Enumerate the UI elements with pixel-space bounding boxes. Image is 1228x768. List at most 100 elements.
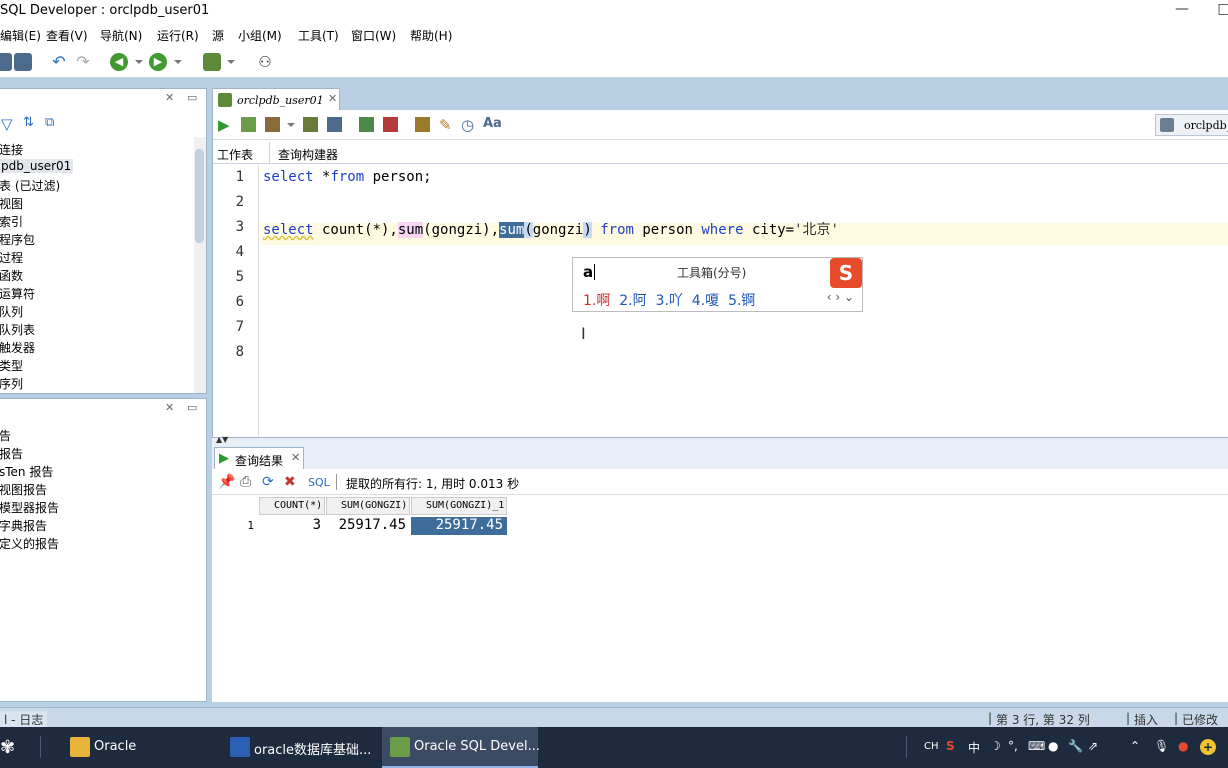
punctuation-icon[interactable]: °, — [1008, 739, 1018, 753]
tab-query-result[interactable]: ▶ 查询结果 ✕ — [214, 447, 304, 469]
tree-item[interactable]: 队列表 — [0, 321, 35, 338]
chevron-down-icon[interactable] — [227, 60, 235, 64]
column-header[interactable]: COUNT(*) — [259, 497, 325, 515]
wrench-icon[interactable]: 🔧 — [1068, 739, 1083, 753]
run-statement-icon[interactable]: ▶ — [218, 116, 230, 134]
keyboard-icon[interactable]: ⌨ — [1028, 739, 1045, 753]
minimize-button[interactable]: — — [1168, 1, 1196, 21]
maximize-button[interactable]: □ — [1210, 1, 1228, 21]
tree-item[interactable]: 视图 — [0, 195, 23, 212]
explain-plan-icon[interactable] — [303, 117, 318, 132]
binoculars-icon[interactable]: ⚇ — [256, 53, 274, 71]
tree-item[interactable]: 视图报告 — [0, 481, 47, 498]
format-case-icon[interactable]: Aa — [483, 116, 502, 131]
redo-icon[interactable]: ↷ — [74, 53, 92, 71]
pin-icon[interactable]: 📌 — [218, 474, 235, 490]
chevron-down-icon[interactable] — [135, 60, 143, 64]
tree-item[interactable]: 运算符 — [0, 285, 35, 302]
sort-icon[interactable]: ⇅ — [23, 115, 34, 130]
table-cell[interactable]: 3 — [259, 517, 325, 535]
pane-splitter[interactable]: ▲▼ — [212, 435, 1228, 445]
connection-selector[interactable]: orclpdb_ — [1155, 114, 1228, 136]
chevron-down-icon[interactable] — [174, 60, 182, 64]
cancel-icon[interactable]: ✖ — [284, 474, 296, 490]
forward-icon[interactable]: ▶ — [149, 53, 167, 71]
table-cell-selected[interactable]: 25917.45 — [411, 517, 507, 535]
commit-transaction-icon[interactable] — [359, 117, 374, 132]
ime-candidate[interactable]: 1.啊 — [583, 293, 610, 309]
add-icon[interactable]: + — [1200, 739, 1216, 755]
input-language[interactable]: CH — [924, 741, 939, 752]
menu-team[interactable]: 小组(M) — [238, 27, 282, 44]
menu-view[interactable]: 查看(V) — [46, 27, 88, 44]
ime-toolbox[interactable]: 工具箱(分号) — [677, 264, 746, 281]
menu-tools[interactable]: 工具(T) — [298, 27, 339, 44]
minimize-icon[interactable]: ▭ — [187, 401, 197, 414]
tree-item[interactable]: 类型 — [0, 357, 23, 374]
menu-navigate[interactable]: 导航(N) — [100, 27, 142, 44]
sql-worksheet-icon[interactable] — [203, 53, 221, 71]
microphone-icon[interactable]: 🎙 — [1154, 739, 1169, 753]
menu-help[interactable]: 帮助(H) — [410, 27, 452, 44]
schema-icon[interactable]: ⧉ — [45, 115, 54, 130]
table-cell[interactable]: 25917.45 — [326, 517, 410, 535]
close-icon[interactable]: ✕ — [291, 451, 300, 464]
close-icon[interactable]: ✕ — [165, 401, 174, 414]
tree-item[interactable]: 告 — [0, 427, 11, 444]
history-icon[interactable]: ◷ — [461, 116, 474, 134]
undo-icon[interactable]: ↶ — [50, 53, 68, 71]
taskbar-item-word[interactable]: oracle数据库基础... — [222, 727, 376, 768]
sogou-tray-icon[interactable]: S — [946, 739, 955, 753]
run-script-icon[interactable] — [241, 117, 256, 132]
menu-run[interactable]: 运行(R) — [157, 27, 199, 44]
tree-item[interactable]: 函数 — [0, 267, 23, 284]
minimize-icon[interactable]: ▭ — [187, 91, 197, 104]
rollback-icon[interactable] — [383, 117, 398, 132]
chevron-up-icon[interactable]: ⌃ — [1130, 739, 1140, 753]
tree-item[interactable]: 序列 — [0, 375, 23, 392]
tab-query-builder[interactable]: 查询构建器 — [278, 146, 338, 163]
column-header[interactable]: SUM(GONGZI) — [326, 497, 410, 515]
refresh-icon[interactable]: ⟳ — [262, 474, 274, 490]
tab-worksheet-view[interactable]: 工作表 — [217, 146, 253, 163]
print-icon[interactable]: ⎙ — [240, 474, 251, 490]
tree-item[interactable]: 程序包 — [0, 231, 35, 248]
tree-item[interactable]: 字典报告 — [0, 517, 47, 534]
ime-page-nav[interactable]: ‹ › ⌄ — [827, 290, 854, 304]
tree-item-selected[interactable]: pdb_user01 — [0, 159, 74, 173]
tree-item[interactable]: 报告 — [0, 445, 23, 462]
column-header[interactable]: SUM(GONGZI)_1 — [411, 497, 507, 515]
ime-candidate[interactable]: 3.吖 — [656, 293, 683, 309]
ime-candidate[interactable]: 5.锕 — [728, 293, 755, 309]
close-icon[interactable]: ✕ — [165, 91, 174, 104]
scrollbar[interactable] — [194, 137, 206, 393]
filter-icon[interactable]: ▽ — [1, 115, 13, 133]
user-icon[interactable]: ● — [1048, 739, 1058, 753]
ime-candidate[interactable]: 4.嗄 — [692, 293, 719, 309]
chevron-down-icon[interactable] — [287, 123, 295, 127]
qq-icon[interactable]: ● — [1178, 739, 1188, 753]
tab-worksheet[interactable]: orclpdb_user01 ✕ — [212, 88, 340, 110]
tree-item[interactable]: 定义的报告 — [0, 535, 59, 552]
tree-item[interactable]: 触发器 — [0, 339, 35, 356]
commit-icon[interactable] — [265, 117, 280, 132]
menu-source[interactable]: 源 — [212, 27, 224, 44]
tree-item[interactable]: 模型器报告 — [0, 499, 59, 516]
log-tab[interactable]: l - 日志 — [0, 711, 48, 728]
tree-item[interactable]: sTen 报告 — [0, 463, 53, 480]
taskbar-item-sqldeveloper[interactable]: Oracle SQL Devel... — [382, 727, 540, 768]
tree-item[interactable]: 队列 — [0, 303, 23, 320]
tree-item[interactable]: 连接 — [0, 141, 23, 158]
tree-item[interactable]: 过程 — [0, 249, 23, 266]
back-icon[interactable]: ◀ — [110, 53, 128, 71]
eraser-icon[interactable]: ✎ — [439, 116, 452, 134]
moon-icon[interactable]: ☽ — [990, 739, 1001, 753]
close-icon[interactable]: ✕ — [328, 92, 337, 105]
input-mode[interactable]: 中 — [968, 739, 980, 756]
tree-item[interactable]: 表 (已过滤) — [0, 177, 60, 194]
taskbar-item-explorer[interactable]: Oracle — [62, 727, 212, 768]
start-icon[interactable]: ✾ — [0, 737, 15, 758]
ime-candidate[interactable]: 2.阿 — [619, 293, 646, 309]
save-icon[interactable] — [0, 53, 12, 71]
autotrace-icon[interactable] — [327, 117, 342, 132]
